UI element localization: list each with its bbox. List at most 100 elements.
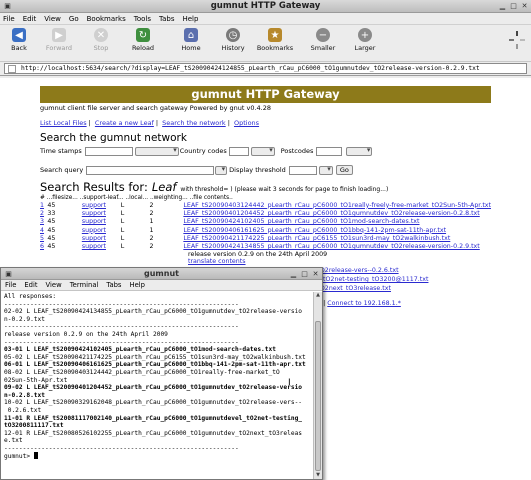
menu-tools[interactable]: Tools: [134, 15, 151, 23]
time-stamps-label: Time stamps: [40, 147, 82, 155]
back-button[interactable]: ◀ Back: [0, 28, 38, 52]
history-button[interactable]: ◷ History: [212, 28, 254, 52]
table-cell: support: [82, 242, 121, 250]
display-threshold-select[interactable]: [318, 165, 333, 175]
forward-button[interactable]: ▶ Forward: [38, 28, 80, 52]
result-number-link[interactable]: 3: [40, 218, 44, 225]
result-weighting: 2: [149, 201, 154, 209]
minimize-icon[interactable]: ▁: [498, 2, 507, 11]
terminal-titlebar[interactable]: ▣ gumnut ▁ □ ✕: [1, 268, 322, 280]
browser-titlebar[interactable]: ▣ gumnut HTTP Gateway ▁ □ ✕: [0, 0, 531, 13]
time-stamps-input[interactable]: [84, 146, 133, 156]
menu-help[interactable]: Help: [182, 15, 198, 23]
table-row: 1 45 support L 2 LEAF_tS20090403124442_pLeart…: [40, 201, 491, 209]
support-link[interactable]: support: [82, 227, 106, 234]
support-link[interactable]: support: [82, 235, 106, 242]
search-query-select[interactable]: [215, 165, 228, 175]
time-stamps-select[interactable]: [134, 146, 179, 156]
history-icon: ◷: [226, 28, 240, 42]
table-cell: 45: [47, 226, 82, 234]
search-query-input[interactable]: [86, 165, 215, 175]
terminal-scrollbar[interactable]: ▲ ▼: [313, 292, 322, 479]
menu-edit[interactable]: Edit: [23, 15, 37, 23]
stop-button[interactable]: ✕ Stop: [80, 28, 122, 52]
url-field[interactable]: http://localhost:5634/search/?display=LE…: [4, 63, 527, 74]
postcodes-select[interactable]: [346, 146, 373, 156]
terminal-window-title: gumnut: [144, 269, 179, 278]
terminal-menu-edit[interactable]: Edit: [24, 281, 37, 289]
scroll-down-icon[interactable]: ▼: [314, 472, 322, 479]
table-cell: 4: [40, 226, 47, 234]
terminal-minimize-icon[interactable]: ▁: [289, 270, 298, 279]
terminal-menu-help[interactable]: Help: [129, 281, 145, 289]
terminal-menu-file[interactable]: File: [5, 281, 16, 289]
country-codes-input[interactable]: [228, 146, 249, 156]
terminal-maximize-icon[interactable]: □: [300, 270, 309, 279]
display-threshold-input[interactable]: [288, 165, 317, 175]
scroll-up-icon[interactable]: ▲: [314, 292, 322, 299]
table-cell: LEAF_tS20090403124442_pLearth_rCau_pC600…: [183, 201, 491, 209]
result-file-link[interactable]: LEAF_tS20090401204452_pLearth_rCau_pC600…: [183, 210, 479, 217]
result-file-link[interactable]: LEAF_tS20090424134855_pLearth_rCau_pC600…: [183, 243, 479, 250]
terminal-menu-tabs[interactable]: Tabs: [106, 281, 121, 289]
table-cell: 2: [150, 209, 184, 217]
reload-button[interactable]: ↻ Reload: [122, 28, 164, 52]
support-link[interactable]: support: [82, 243, 106, 250]
translate-link[interactable]: translate contents: [188, 258, 246, 265]
table-cell: 3: [40, 218, 47, 226]
link-create-leaf[interactable]: Create a new Leaf: [95, 119, 154, 127]
result-file-link[interactable]: LEAF_tS20090424102405_pLearth_rCau_pC600…: [183, 218, 419, 225]
terminal-close-icon[interactable]: ✕: [311, 270, 320, 279]
menu-go[interactable]: Go: [69, 15, 79, 23]
terminal-line: ----------------------------------------…: [4, 338, 239, 346]
result-size: 45: [47, 243, 56, 251]
menu-tabs[interactable]: Tabs: [159, 15, 175, 23]
scroll-thumb[interactable]: [315, 321, 321, 471]
terminal-line: 05-02 L LEAF_tS20090421174225_pLearth_rC…: [4, 353, 306, 361]
result-file-link[interactable]: LEAF_tS20090403124442_pLearth_rCau_pC600…: [183, 202, 491, 209]
table-row: 2 33 support L 2 LEAF_tS20090401204452_pLeart…: [40, 209, 491, 217]
bookmarks-button[interactable]: ★ Bookmarks: [254, 28, 296, 52]
table-cell: 45: [47, 242, 82, 250]
support-link[interactable]: support: [82, 218, 106, 225]
result-number-link[interactable]: 1: [40, 202, 44, 209]
result-local: L: [120, 234, 125, 242]
page-links: List Local Files | Create a new Leaf | Sea…: [40, 119, 260, 127]
reload-icon: ↻: [136, 28, 150, 42]
go-button[interactable]: Go: [335, 165, 353, 175]
terminal-menu-view[interactable]: View: [46, 281, 62, 289]
result-number-link[interactable]: 2: [40, 210, 44, 217]
maximize-icon[interactable]: □: [509, 2, 518, 11]
home-button[interactable]: ⌂ Home: [170, 28, 212, 52]
table-cell: support: [82, 234, 121, 242]
smaller-button[interactable]: − Smaller: [302, 28, 344, 52]
postcodes-input[interactable]: [316, 146, 343, 156]
zoom-out-icon: −: [316, 28, 330, 42]
result-number-link[interactable]: 4: [40, 227, 44, 234]
country-codes-select[interactable]: [250, 146, 275, 156]
terminal-line: ----------------------------------------…: [4, 300, 239, 308]
table-cell: L: [121, 209, 150, 217]
terminal-menu-terminal[interactable]: Terminal: [70, 281, 99, 289]
connect-link[interactable]: Connect to 192.168.1.*: [327, 300, 401, 307]
terminal-cursor: [33, 452, 38, 460]
terminal-prompt-line[interactable]: gumnut>: [4, 452, 310, 461]
link-list-local-files[interactable]: List Local Files: [40, 119, 87, 127]
result-number-link[interactable]: 6: [40, 243, 44, 250]
link-options[interactable]: Options: [234, 119, 259, 127]
result-file-link[interactable]: LEAF_tS20090406161625_pLearth_rCau_pC600…: [183, 227, 446, 234]
result-number-link[interactable]: 5: [40, 235, 44, 242]
support-link[interactable]: support: [82, 202, 106, 209]
result-size: 45: [47, 201, 56, 209]
result-local: L: [120, 243, 125, 251]
terminal-output[interactable]: All responses: --------------------------…: [1, 292, 313, 479]
menu-view[interactable]: View: [44, 15, 61, 23]
link-search-network[interactable]: Search the network: [162, 119, 226, 127]
result-file-link[interactable]: LEAF_tS20090421174225_pLearth_rCau_pC615…: [183, 235, 450, 242]
support-link[interactable]: support: [82, 210, 106, 217]
menu-bookmarks[interactable]: Bookmarks: [87, 15, 126, 23]
country-codes-label: Country codes: [179, 147, 227, 155]
larger-button[interactable]: + Larger: [344, 28, 386, 52]
close-icon[interactable]: ✕: [520, 2, 529, 11]
menu-file[interactable]: File: [3, 15, 15, 23]
